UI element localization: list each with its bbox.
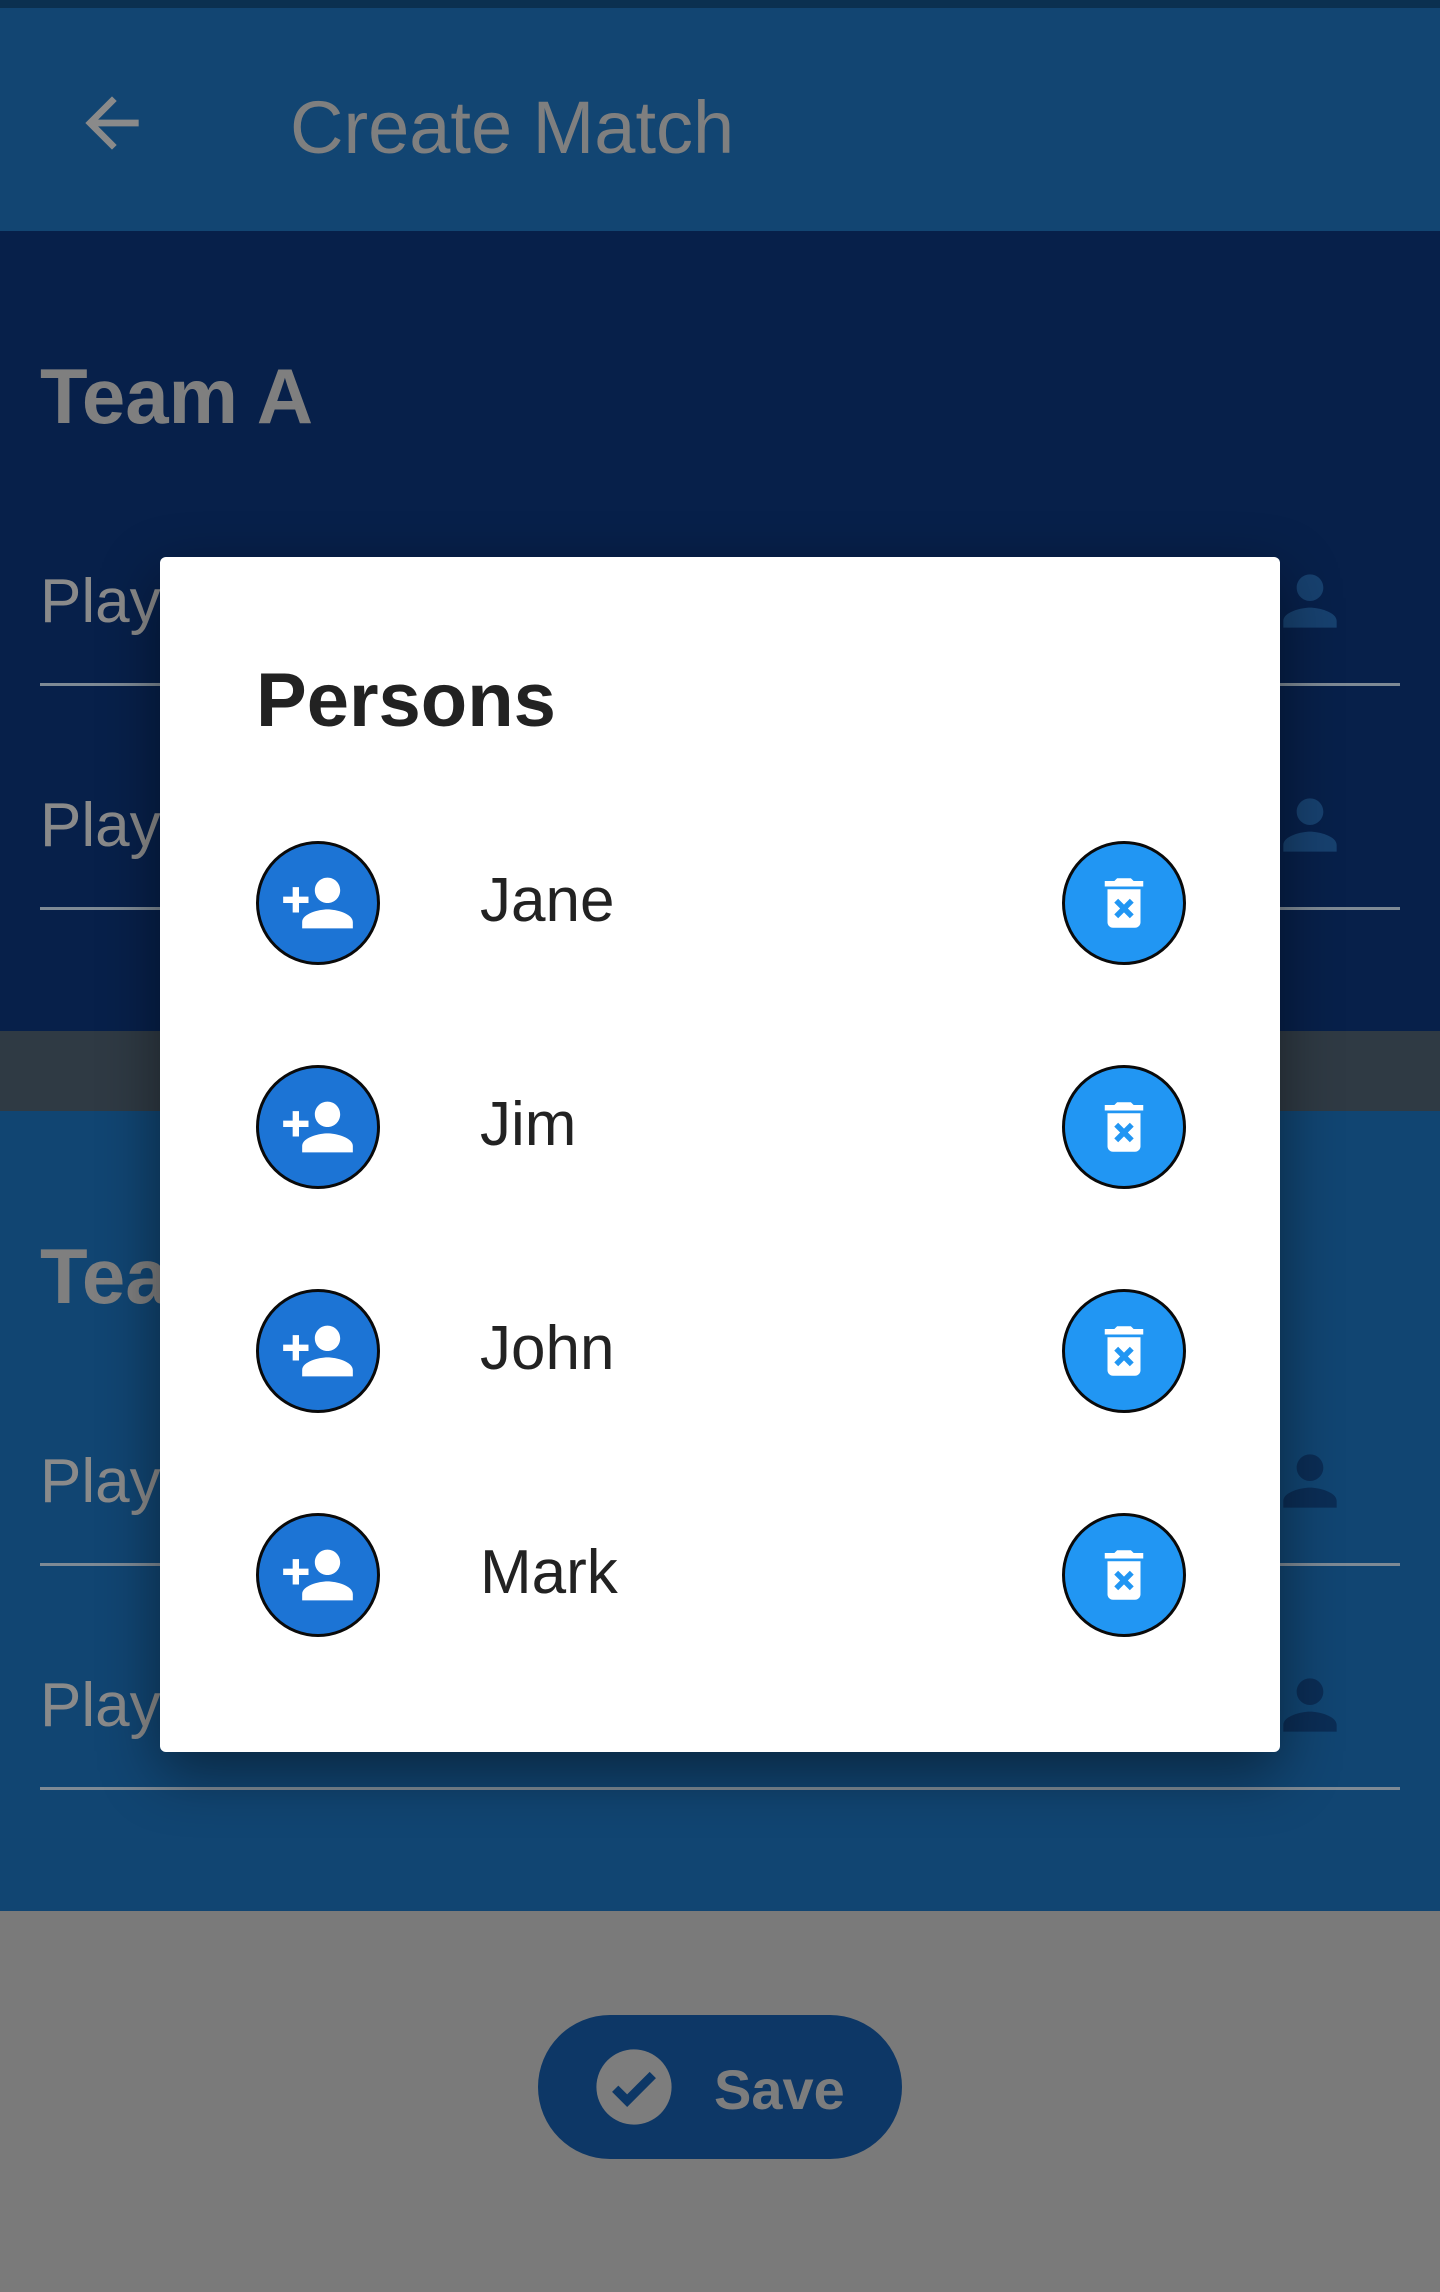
add-person-button[interactable]: [256, 1513, 380, 1637]
delete-person-button[interactable]: [1062, 841, 1186, 965]
add-person-button[interactable]: [256, 1065, 380, 1189]
save-label: Save: [714, 2058, 845, 2121]
arrow-back-icon[interactable]: [72, 83, 152, 163]
person-name: Mark: [480, 1538, 618, 1607]
app-bar: Create Match: [0, 8, 1440, 231]
page-title: Create Match: [290, 86, 735, 169]
add-person-button[interactable]: [256, 841, 380, 965]
save-button[interactable]: Save: [538, 2015, 902, 2159]
person-add-icon: [283, 1101, 353, 1153]
delete-forever-icon: [1104, 878, 1144, 928]
delete-forever-icon: [1104, 1550, 1144, 1600]
add-person-button[interactable]: [256, 1289, 380, 1413]
field-underline: [40, 1787, 1400, 1790]
delete-forever-icon: [1104, 1102, 1144, 1152]
delete-forever-icon: [1104, 1326, 1144, 1376]
person-add-icon: [283, 1549, 353, 1601]
team-a-title: Team A: [40, 352, 314, 440]
status-bar: [0, 0, 1440, 8]
person-row: Jim: [256, 1065, 1186, 1195]
person-row: John: [256, 1289, 1186, 1419]
dialog-title: Persons: [256, 658, 556, 743]
person-add-icon: [283, 877, 353, 929]
person-row: Jane: [256, 841, 1186, 971]
person-icon[interactable]: [1270, 1665, 1350, 1745]
check-circle-icon: [596, 2049, 672, 2125]
person-icon[interactable]: [1270, 561, 1350, 641]
person-name: Jim: [480, 1090, 577, 1159]
delete-person-button[interactable]: [1062, 1065, 1186, 1189]
person-icon[interactable]: [1270, 785, 1350, 865]
screen: Create Match Team A Player 1 Player 2 Te…: [0, 0, 1440, 2292]
person-name: Jane: [480, 866, 615, 935]
person-icon[interactable]: [1270, 1441, 1350, 1521]
person-name: John: [480, 1314, 615, 1383]
persons-dialog: Persons Jane Jim John Mark: [160, 557, 1280, 1752]
delete-person-button[interactable]: [1062, 1289, 1186, 1413]
delete-person-button[interactable]: [1062, 1513, 1186, 1637]
person-add-icon: [283, 1325, 353, 1377]
person-row: Mark: [256, 1513, 1186, 1643]
